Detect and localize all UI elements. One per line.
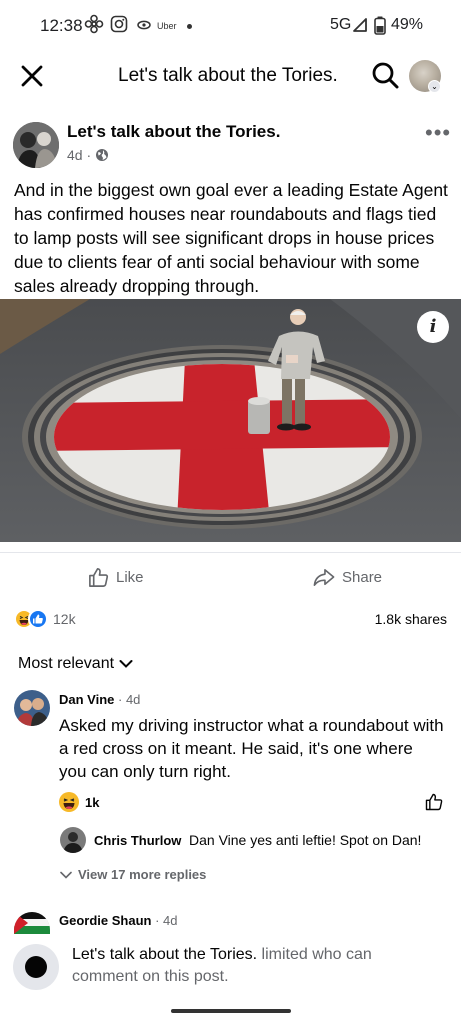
status-time: 12:38 <box>40 16 83 35</box>
header-title: Let's talk about the Tories. <box>118 65 338 86</box>
uber-icon <box>137 20 151 30</box>
chevron-down-icon[interactable]: ⌄ <box>428 80 441 93</box>
battery-icon <box>374 16 386 35</box>
image-info-button[interactable]: i <box>417 311 449 343</box>
notification-dot-icon <box>187 24 192 29</box>
thumbs-up-icon <box>89 568 109 587</box>
comment-sort-dropdown[interactable]: Most relevant <box>18 655 133 673</box>
comment-age: · 4d <box>114 692 141 707</box>
restriction-page-name[interactable]: Let's talk about the Tories. <box>72 946 257 963</box>
share-label: Share <box>342 569 383 586</box>
comment-age: · 4d <box>151 913 178 928</box>
uber-label: Uber <box>157 21 177 31</box>
battery-percent: 49% <box>391 16 424 33</box>
page-avatar[interactable] <box>13 122 59 168</box>
restriction-icon <box>13 944 59 990</box>
share-icon <box>313 569 335 586</box>
close-icon[interactable] <box>18 62 46 90</box>
comment-author[interactable]: Dan Vine · 4d <box>59 692 140 707</box>
haha-reaction-icon <box>59 792 79 812</box>
like-reaction-icon <box>28 609 48 629</box>
reply-author[interactable]: Chris Thurlow <box>94 833 181 848</box>
reaction-summary[interactable]: 12k 1.8k shares <box>0 606 461 634</box>
reply-avatar[interactable] <box>60 827 86 853</box>
commenter-avatar[interactable] <box>14 690 50 726</box>
more-options-icon[interactable]: ••• <box>425 120 451 146</box>
comment-reaction-count: 1k <box>85 794 100 810</box>
globe-icon <box>96 149 108 161</box>
commenter-avatar[interactable] <box>14 912 50 934</box>
comment-like-icon[interactable] <box>424 792 444 812</box>
post-header: Let's talk about the Tories. 4d · ••• <box>0 116 461 176</box>
network-type: 5G <box>330 16 352 33</box>
post-actions: Like Share <box>0 558 461 598</box>
comment-author-name[interactable]: Dan Vine <box>59 692 114 707</box>
status-bar: 12:38 Uber 5G 49% <box>0 0 461 52</box>
reaction-icons <box>14 609 50 629</box>
reaction-count: 12k <box>53 611 76 627</box>
like-label: Like <box>116 569 144 586</box>
view-more-replies-label: View 17 more replies <box>78 867 207 882</box>
post-photo[interactable] <box>0 299 461 542</box>
comment-sort-label: Most relevant <box>18 655 115 672</box>
share-count[interactable]: 1.8k shares <box>375 611 447 627</box>
signal-icon <box>353 18 367 32</box>
comment-restriction-notice: Let's talk about the Tories. limited who… <box>0 938 461 998</box>
chevron-down-icon <box>60 871 72 879</box>
instagram-icon <box>110 15 128 33</box>
reply-text: Dan Vine yes anti leftie! Spot on Dan! <box>189 832 422 848</box>
like-button[interactable]: Like <box>87 566 144 589</box>
view-more-replies-button[interactable]: View 17 more replies <box>60 867 206 882</box>
home-indicator[interactable] <box>171 1009 291 1013</box>
app-header: Let's talk about the Tories. ⌄ <box>0 52 461 102</box>
comment-author-name[interactable]: Geordie Shaun <box>59 913 151 928</box>
share-button[interactable]: Share <box>312 566 382 589</box>
page-name[interactable]: Let's talk about the Tories. <box>67 122 280 142</box>
chevron-down-icon <box>119 660 133 668</box>
comment-reaction-summary[interactable]: 1k <box>59 792 99 812</box>
fan-icon <box>84 14 104 34</box>
search-icon[interactable] <box>370 60 400 90</box>
post-text: And in the biggest own goal ever a leadi… <box>14 180 448 296</box>
comment-author[interactable]: Geordie Shaun · 4d <box>59 913 177 928</box>
restriction-text: Let's talk about the Tories. limited who… <box>72 944 442 988</box>
comment-text: Asked my driving instructor what a round… <box>59 716 444 781</box>
post-age: 4d · <box>67 147 92 163</box>
divider <box>0 552 461 553</box>
